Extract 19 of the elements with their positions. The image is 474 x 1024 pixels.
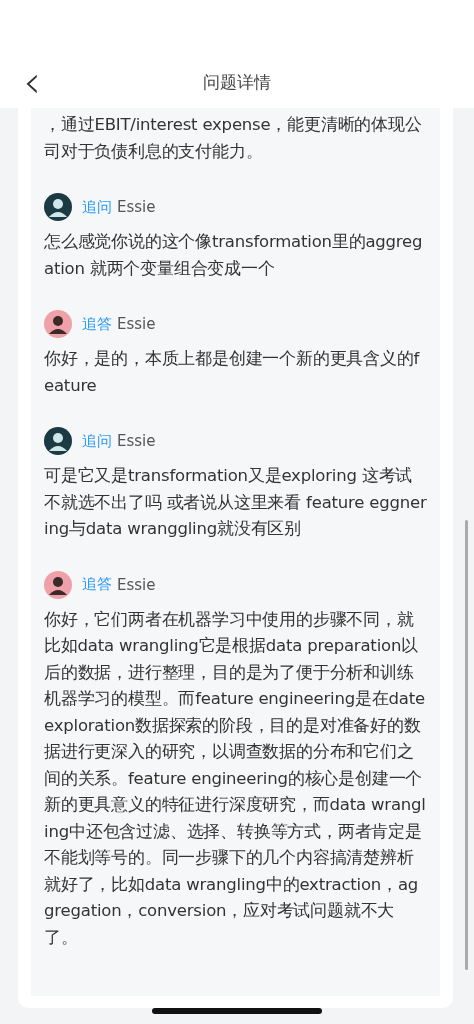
author-name: Essie [117,432,156,450]
answer-text: ，通过EBIT/interest expense，能更清晰的体现公司对于负债利息的支付能力。 [44,114,423,163]
author-name: Essie [117,315,156,333]
entry-type-label: 追答 [82,314,112,334]
question-text: 可是它又是transformation又是exploring 这考试不就选不出了吗 或者说从这里来看 feature eggnering与data wranggling就没有区别 [44,465,427,540]
avatar-icon [44,570,72,599]
entry-type-label: 追问 [82,197,112,217]
answer-text: 你好，它们两者在机器学习中使用的步骤不同，就比如data wrangling它是根据data preparation以后的数据，进行整理，目的是为了便于分析和训练机器学习的模型。而feature engineering是在date exploration数据探索的阶段，目的是对准备好的数据进行更深入的研究，以调查数据的分布和它们之间的关系。feature engineering的核心是创建一个新的更具意义的特征进行深度研究，而data wrangling中还包含过滤、选择、转换等方式，两者肯定是不能划等号的。同一步骤下的几个内容搞清楚辨析就好了，比如data wrangling中的extraction，aggregation，conversion，应对考试问题就不大了。 [44,608,427,949]
avatar-icon [44,310,72,338]
avatar-icon [44,193,72,221]
entry-type-label: 追问 [82,431,112,451]
answer-text: 你好，是的，本质上都是创建一个新的更具含义的feature [44,348,421,397]
back-button[interactable]: ‹ [14,62,50,102]
avatar-icon [44,427,72,455]
page-title: 问题详情 [203,70,271,94]
author-name: Essie [117,575,156,594]
entry-type-label: 追答 [82,575,112,594]
author-name: Essie [117,198,156,216]
question-text: 怎么感觉你说的这个像transformation里的aggregation 就两个变量组合变成一个 [44,231,424,280]
